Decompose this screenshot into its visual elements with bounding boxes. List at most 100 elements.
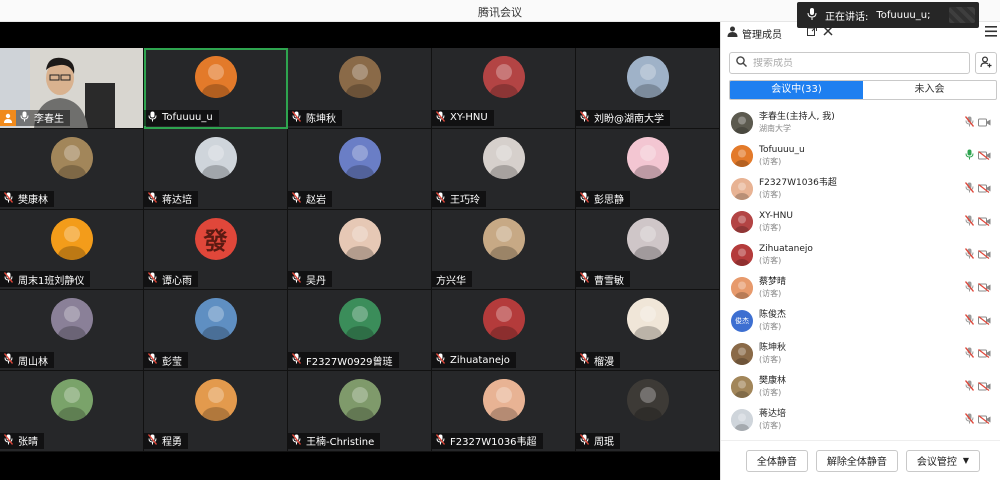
- camera-off-icon[interactable]: [978, 215, 991, 229]
- participant-nameplate: 周末1班刘静仪: [0, 271, 91, 288]
- member-row[interactable]: 蔡梦晴 (访客): [721, 271, 1000, 304]
- video-tile[interactable]: 彭莹: [144, 290, 288, 372]
- camera-off-icon[interactable]: [978, 314, 991, 328]
- member-row[interactable]: F2327W1036韦超 (访客): [721, 172, 1000, 205]
- mute-all-button[interactable]: 全体静音: [745, 449, 808, 472]
- mic-muted-icon: [147, 434, 158, 448]
- video-tile[interactable]: Tofuuuu_u: [144, 48, 288, 129]
- member-avatar: [731, 276, 753, 299]
- participant-nameplate: 樊康林: [0, 190, 54, 207]
- member-row[interactable]: 李春生(主持人, 我) 湖南大学: [721, 106, 1000, 139]
- member-avatar: [731, 375, 753, 398]
- invite-member-button[interactable]: [975, 52, 997, 74]
- video-stage: 李春生 Tofuuuu_u 陈坤秋 XY-HNU 刘盼@湖南大学 樊康林 蒋达培 赵岩 王巧玲彭…: [0, 22, 720, 480]
- camera-off-icon[interactable]: [978, 182, 991, 196]
- participant-name: Zihuatanejo: [450, 354, 510, 366]
- video-tile[interactable]: 發谭心雨: [144, 209, 288, 291]
- mic-icon: [148, 111, 157, 125]
- video-tile[interactable]: 榴漫: [576, 290, 720, 372]
- member-name: Tofuuuu_u: [759, 144, 805, 155]
- member-name: 蔡梦晴: [759, 276, 787, 287]
- camera-off-icon[interactable]: [978, 116, 991, 130]
- camera-off-icon[interactable]: [978, 248, 991, 262]
- mic-muted-icon: [291, 110, 302, 125]
- video-tile[interactable]: 方兴华: [432, 209, 576, 291]
- mic-icon: [20, 111, 29, 125]
- mic-muted-icon[interactable]: [964, 314, 975, 328]
- video-tile[interactable]: XY-HNU: [432, 48, 576, 129]
- participant-name: 谭心雨: [162, 275, 192, 287]
- mic-muted-icon[interactable]: [964, 347, 975, 361]
- video-tile[interactable]: F2327W0929曾琏: [288, 290, 432, 372]
- participant-name: 张晴: [18, 437, 38, 449]
- search-input[interactable]: [753, 57, 943, 69]
- participant-nameplate: 蒋达培: [144, 190, 198, 207]
- mic-muted-icon[interactable]: [964, 281, 975, 295]
- member-name: 蒋达培: [759, 408, 787, 419]
- avatar: [50, 217, 93, 260]
- video-tile[interactable]: 刘盼@湖南大学: [576, 48, 720, 129]
- member-text: 蒋达培 (访客): [759, 409, 786, 431]
- video-tile[interactable]: 周末1班刘静仪: [0, 209, 144, 291]
- video-tile[interactable]: 李春生: [0, 48, 144, 129]
- mic-muted-icon[interactable]: [964, 116, 975, 130]
- participant-name: 方兴华: [436, 275, 466, 287]
- participant-nameplate: 周山林: [0, 352, 54, 369]
- camera-off-icon[interactable]: [978, 347, 991, 361]
- participant-nameplate: 周珉: [576, 432, 620, 449]
- video-tile[interactable]: 樊康林: [0, 128, 144, 210]
- video-tile[interactable]: F2327W1036韦超: [432, 371, 576, 452]
- search-box[interactable]: [729, 52, 970, 74]
- video-tile[interactable]: 周山林: [0, 290, 144, 372]
- mic-muted-icon[interactable]: [964, 380, 975, 394]
- mic-muted-icon[interactable]: [964, 215, 975, 229]
- member-row[interactable]: 樊康林 (访客): [721, 370, 1000, 403]
- member-affiliation: (访客): [759, 354, 782, 364]
- avatar: [338, 56, 381, 98]
- participant-nameplate: XY-HNU: [432, 109, 494, 126]
- member-tabs: 会议中(33) 未入会: [729, 80, 997, 100]
- video-tile[interactable]: 张晴: [0, 371, 144, 452]
- member-row[interactable]: 蒋达培 (访客): [721, 403, 1000, 436]
- member-row[interactable]: Tofuuuu_u (访客): [721, 139, 1000, 172]
- member-row[interactable]: XY-HNU (访客): [721, 205, 1000, 238]
- unmute-all-button[interactable]: 解除全体静音: [815, 449, 898, 472]
- member-controls: [964, 314, 991, 328]
- camera-off-icon[interactable]: [978, 281, 991, 295]
- camera-off-icon[interactable]: [978, 149, 991, 163]
- video-tile[interactable]: 王巧玲: [432, 128, 576, 210]
- video-tile[interactable]: 赵岩: [288, 128, 432, 210]
- mic-muted-icon[interactable]: [964, 413, 975, 427]
- mic-muted-icon: [291, 353, 302, 367]
- video-tile[interactable]: 吴丹: [288, 209, 432, 291]
- member-row[interactable]: 俊杰 陈俊杰 (访客): [721, 304, 1000, 337]
- menu-icon[interactable]: [985, 26, 997, 40]
- mic-muted-icon: [3, 191, 14, 206]
- video-tile[interactable]: 程勇: [144, 371, 288, 452]
- participant-nameplate: Zihuatanejo: [432, 352, 516, 369]
- meeting-control-button[interactable]: 会议管控 ▼: [905, 449, 981, 472]
- camera-off-icon[interactable]: [978, 380, 991, 394]
- mic-muted-icon[interactable]: [964, 248, 975, 262]
- member-row[interactable]: Zihuatanejo (访客): [721, 238, 1000, 271]
- video-tile[interactable]: 彭思静: [576, 128, 720, 210]
- video-tile[interactable]: 陈坤秋: [288, 48, 432, 129]
- video-tile[interactable]: Zihuatanejo: [432, 290, 576, 372]
- member-avatar: [731, 408, 753, 431]
- participant-nameplate: 王巧玲: [432, 190, 486, 207]
- member-controls: [964, 281, 991, 295]
- tab-not-joined[interactable]: 未入会: [863, 81, 996, 99]
- mic-muted-icon[interactable]: [964, 182, 975, 196]
- members-panel: 管理成员 会议中(33) 未入会 李春生(主持人, 我)湖南大学 Tofuuuu_…: [720, 22, 1000, 480]
- panel-title: 管理成员: [742, 29, 782, 41]
- member-affiliation: (访客): [759, 189, 782, 199]
- video-tile[interactable]: 王楠-Christine: [288, 371, 432, 452]
- video-tile[interactable]: 周珉: [576, 371, 720, 452]
- camera-off-icon[interactable]: [978, 413, 991, 427]
- tab-in-meeting[interactable]: 会议中(33): [730, 81, 863, 99]
- video-tile[interactable]: 蒋达培: [144, 128, 288, 210]
- member-row[interactable]: 陈坤秋 (访客): [721, 337, 1000, 370]
- mic-icon[interactable]: [965, 149, 974, 163]
- mic-icon: [807, 7, 817, 23]
- video-tile[interactable]: 曹雪敏: [576, 209, 720, 291]
